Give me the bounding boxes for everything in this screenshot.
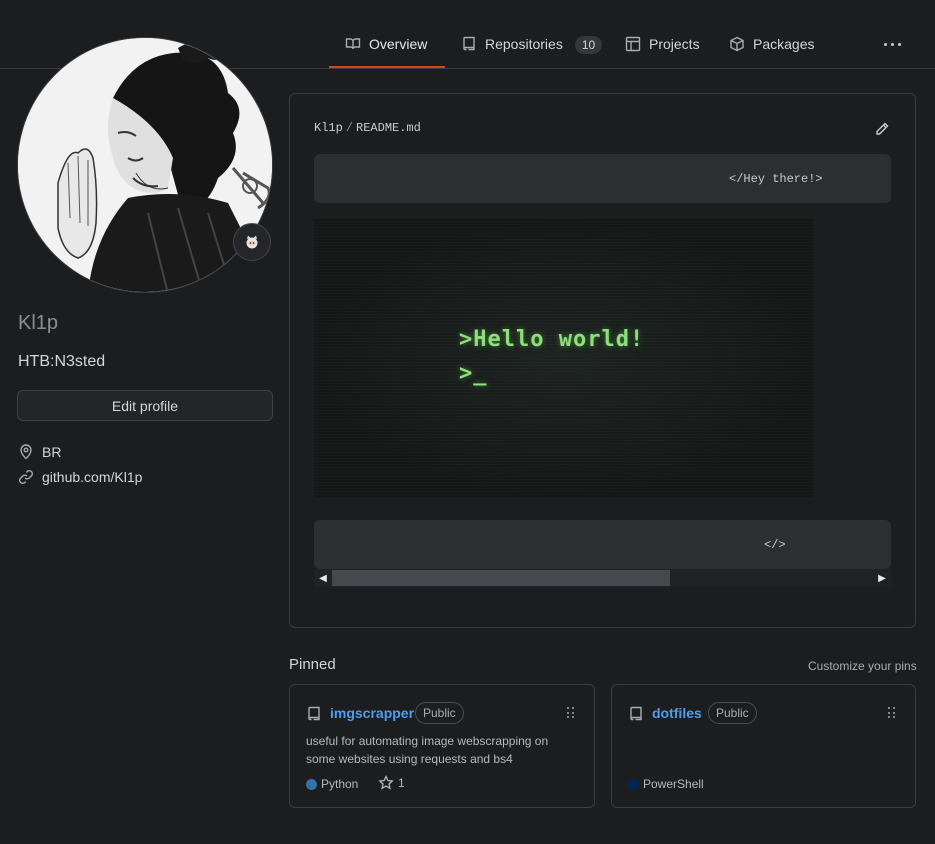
website-link[interactable]: github.com/Kl1p bbox=[42, 469, 142, 485]
kebab-dot-icon bbox=[890, 42, 894, 46]
book-icon bbox=[345, 38, 361, 50]
repo-name-link[interactable]: imgscrapper bbox=[330, 705, 414, 721]
more-options-button[interactable] bbox=[880, 36, 904, 52]
repo-stars[interactable]: 1 bbox=[378, 775, 405, 791]
star-count: 1 bbox=[398, 776, 405, 790]
location-text: BR bbox=[42, 444, 62, 460]
repo-icon bbox=[463, 36, 475, 51]
profile-bio: HTB:N3sted bbox=[18, 353, 106, 370]
location-pin-icon bbox=[20, 444, 32, 460]
hello-world-gif: >Hello world! >_ bbox=[314, 219, 813, 498]
path-separator: / bbox=[345, 121, 354, 135]
pinned-repo-card: dotfiles Public PowerShell bbox=[611, 684, 916, 808]
scroll-right-arrow-icon[interactable]: ▶ bbox=[873, 569, 891, 587]
table-icon bbox=[625, 36, 641, 52]
link-icon bbox=[19, 470, 33, 484]
code-block-greeting: </Hey there!> bbox=[314, 154, 891, 203]
drag-handle-icon[interactable] bbox=[567, 707, 575, 719]
tab-repositories[interactable]: Repositories 10 bbox=[461, 28, 603, 68]
language-name: Python bbox=[321, 777, 359, 791]
drag-handle-icon[interactable] bbox=[888, 707, 896, 719]
customize-pins-link[interactable]: Customize your pins bbox=[808, 659, 917, 673]
avatar[interactable] bbox=[17, 37, 273, 293]
package-icon bbox=[730, 36, 744, 52]
code-block-closing: </> bbox=[314, 520, 891, 569]
profile-username: Kl1p bbox=[18, 312, 59, 334]
code-greeting-text: </Hey there!> bbox=[729, 172, 823, 186]
repo-icon bbox=[308, 706, 320, 721]
repo-icon bbox=[630, 706, 642, 721]
tab-packages[interactable]: Packages bbox=[729, 28, 814, 68]
tab-overview-label: Overview bbox=[369, 36, 428, 52]
set-status-button[interactable] bbox=[233, 223, 271, 261]
tab-overview[interactable]: Overview bbox=[345, 28, 427, 68]
language-color-dot bbox=[628, 778, 639, 790]
readme-breadcrumb: Kl1p / README.md bbox=[314, 121, 421, 135]
horizontal-scrollbar[interactable]: ◀ ▶ bbox=[314, 569, 891, 587]
repo-language: PowerShell bbox=[628, 777, 704, 791]
repo-description: useful for automating image webscrapping… bbox=[306, 734, 549, 766]
repo-name-link[interactable]: dotfiles bbox=[652, 705, 702, 721]
visibility-badge: Public bbox=[708, 702, 757, 724]
repositories-count-badge: 10 bbox=[574, 36, 603, 54]
star-icon bbox=[378, 775, 394, 790]
language-color-dot bbox=[306, 778, 317, 790]
profile-location: BR bbox=[18, 444, 61, 460]
avatar-illustration bbox=[18, 38, 272, 292]
readme-owner-link[interactable]: Kl1p bbox=[314, 121, 343, 135]
language-name: PowerShell bbox=[643, 777, 704, 791]
edit-profile-button[interactable]: Edit profile bbox=[17, 390, 273, 421]
kebab-dot-icon bbox=[897, 42, 901, 46]
tab-projects[interactable]: Projects bbox=[625, 28, 700, 68]
scroll-left-arrow-icon[interactable]: ◀ bbox=[314, 569, 332, 587]
gif-line-1: >Hello world! bbox=[459, 327, 645, 352]
profile-website[interactable]: github.com/Kl1p bbox=[18, 469, 142, 485]
tab-repositories-label: Repositories bbox=[485, 36, 563, 52]
visibility-badge: Public bbox=[415, 702, 464, 724]
gif-line-2: >_ bbox=[459, 361, 488, 386]
kebab-dot-icon bbox=[883, 42, 887, 46]
readme-card: Kl1p / README.md </Hey there!> >Hello worl… bbox=[289, 93, 916, 628]
repo-language: Python bbox=[306, 777, 358, 791]
active-tab-indicator bbox=[329, 66, 445, 68]
tab-packages-label: Packages bbox=[753, 36, 815, 52]
tab-projects-label: Projects bbox=[649, 36, 700, 52]
readme-file-link[interactable]: README.md bbox=[356, 121, 421, 135]
code-closing-text: </> bbox=[764, 538, 786, 552]
octocat-emoji-icon bbox=[246, 235, 258, 249]
pinned-heading: Pinned bbox=[289, 656, 336, 673]
pencil-icon[interactable] bbox=[874, 121, 890, 137]
pinned-repo-card: imgscrapper Public useful for automating… bbox=[289, 684, 595, 808]
scrollbar-thumb[interactable] bbox=[332, 570, 670, 586]
